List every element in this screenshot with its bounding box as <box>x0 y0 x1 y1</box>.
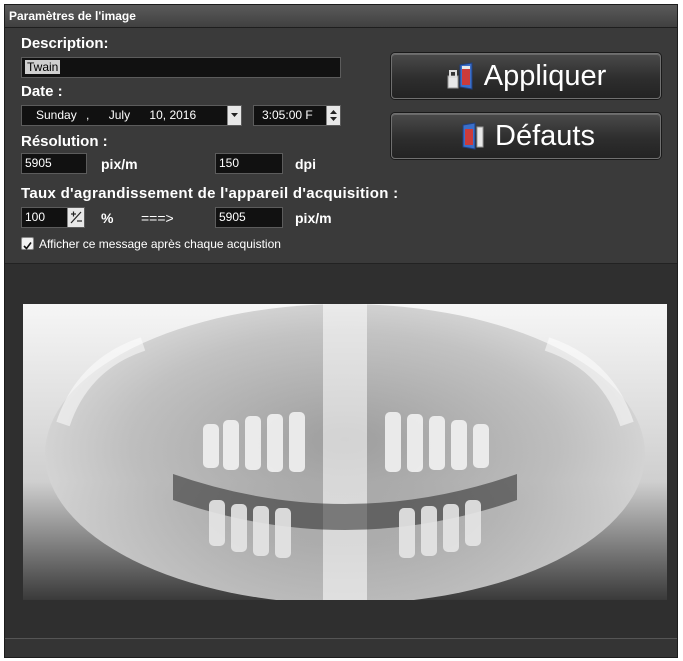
date-month: July <box>108 108 131 122</box>
magnification-pix-unit: pix/m <box>295 210 332 226</box>
resolution-dpi-input[interactable]: 150 <box>215 153 283 174</box>
panoramic-xray-icon <box>23 304 667 600</box>
door-defaults-icon <box>457 121 487 151</box>
magnification-pix-input[interactable]: 5905 <box>215 207 283 228</box>
resolution-label: Résolution : <box>21 133 108 150</box>
image-settings-window: Paramètres de l'image Description: Twain… <box>4 4 678 658</box>
defaults-button-label: Défauts <box>495 119 595 152</box>
defaults-button[interactable]: Défauts <box>391 113 661 159</box>
door-apply-icon <box>446 61 476 91</box>
date-day: Sunday <box>36 108 77 122</box>
apply-button[interactable]: Appliquer <box>391 53 661 99</box>
calculator-icon <box>70 211 82 224</box>
date-daynum-year: 10, 2016 <box>149 108 197 122</box>
image-preview-panel <box>5 263 677 640</box>
description-value: Twain <box>25 60 61 74</box>
date-dropdown-button[interactable] <box>227 106 241 125</box>
chevron-down-icon <box>231 113 238 117</box>
resolution-dpi-unit: dpi <box>295 156 316 172</box>
show-message-checkbox[interactable] <box>21 237 34 250</box>
xray-preview-image <box>23 304 667 600</box>
apply-button-label: Appliquer <box>483 59 607 92</box>
resolution-pix-input[interactable]: 5905 <box>21 153 87 174</box>
magnification-percent-unit: % <box>101 210 114 226</box>
window-title: Paramètres de l'image <box>5 5 677 28</box>
date-separator: , <box>86 108 90 122</box>
magnification-label: Taux d'agrandissement de l'appareil d'ac… <box>21 185 399 202</box>
magnification-calc-button[interactable] <box>67 208 84 227</box>
magnification-percent-value: 100 <box>25 210 46 224</box>
magnification-arrow: ===> <box>141 210 174 226</box>
time-spinner[interactable] <box>326 106 340 125</box>
description-input[interactable]: Twain <box>21 57 341 78</box>
description-label: Description: <box>21 35 109 52</box>
checkmark-icon <box>23 242 32 250</box>
time-value: 3:05:00 F <box>262 108 313 122</box>
date-picker[interactable]: Sunday , July 10, 2016 <box>21 105 242 126</box>
date-label: Date : <box>21 83 63 100</box>
status-bar <box>5 638 677 657</box>
show-message-label: Afficher ce message après chaque acquist… <box>39 237 281 251</box>
spin-arrows-icon <box>330 110 337 121</box>
resolution-pix-unit: pix/m <box>101 156 138 172</box>
